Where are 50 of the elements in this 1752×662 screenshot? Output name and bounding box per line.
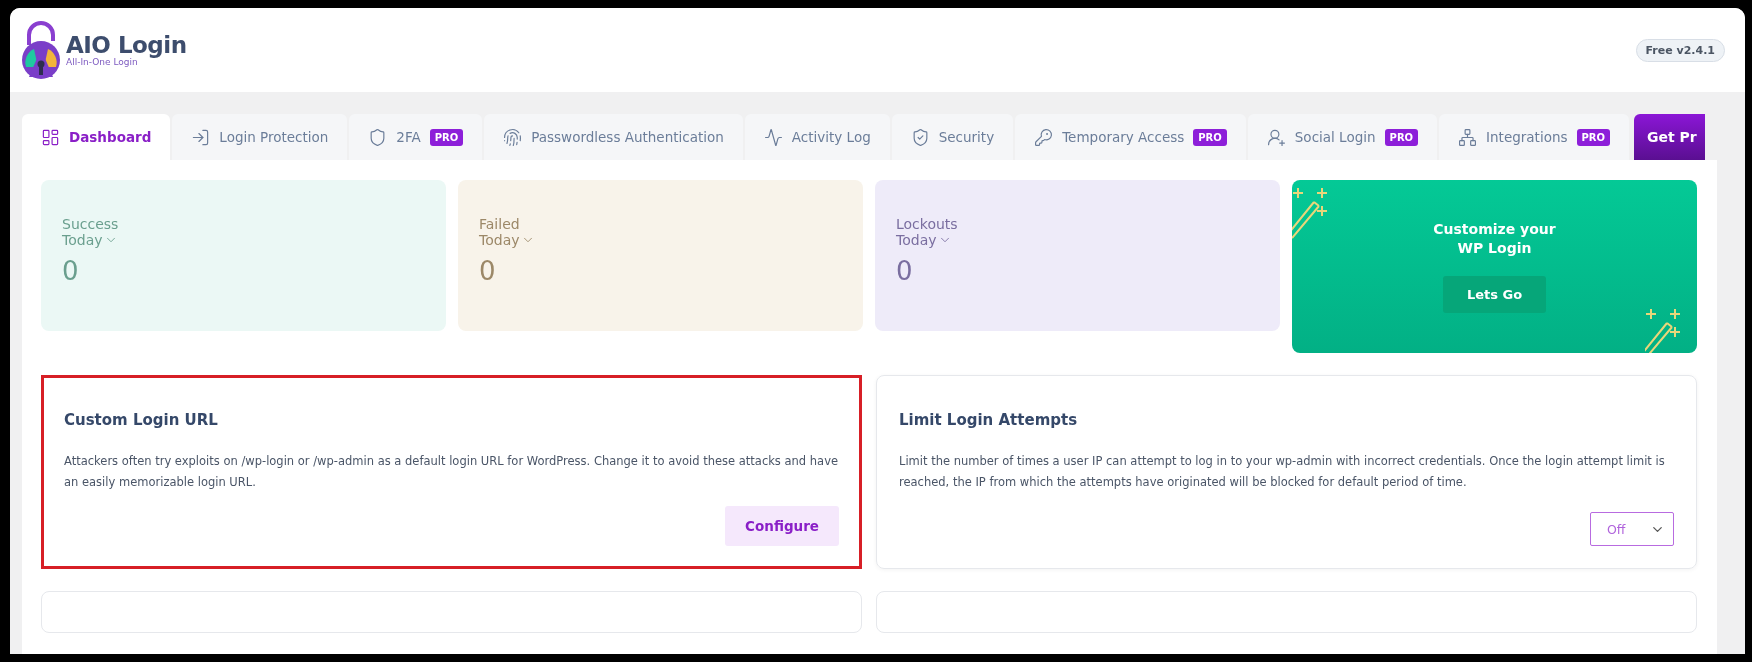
brand-tagline: All-In-One Login [66,57,138,67]
tab-label: Activity Log [791,129,871,145]
pro-badge: PRO [1384,128,1419,146]
nav-tab[interactable]: Login Protection [172,114,348,160]
feature-title: Custom Login URL [64,411,219,429]
tab-icon [191,127,211,147]
stat-value: 0 [896,256,914,286]
nav-tab[interactable]: 2FA PRO [349,114,483,160]
version-badge: Free v2.4.1 [1635,38,1725,62]
promo-title: Customize your WP Login [1433,220,1556,258]
stat-label: Failed [479,216,521,232]
tab-label: Passwordless Authentication [531,129,724,145]
tab-label: Integrations [1486,129,1568,145]
status-select[interactable]: Off [1590,512,1674,546]
tab-icon [41,127,60,147]
period-dropdown[interactable]: Today [896,232,1259,248]
stat-value: 0 [62,256,80,286]
tab-icon [1034,127,1054,147]
stat-value: 0 [479,256,497,286]
nav-tab[interactable]: Activity Log [744,114,890,160]
get-pro-button[interactable]: Get Pr [1634,114,1705,160]
pro-badge: PRO [1576,128,1611,146]
tab-icon [763,127,783,147]
tab-label: Login Protection [219,129,329,145]
feature-description: Limit the number of times a user IP can attempt to log in to your wp-admin with incorrect credentials. Once the login attempt limit is reached, the IP from which the attempts have originated will be blocked for default period of time. [899,453,1666,491]
nav-tab[interactable]: Dashboard [22,114,171,160]
pro-badge: PRO [1193,128,1227,146]
stat-label: Lockouts [896,216,959,232]
lets-go-button[interactable]: Lets Go [1442,275,1547,313]
nav-tab[interactable]: Security [891,114,1014,160]
configure-button[interactable]: Configure [725,506,839,546]
brand-name: AIO Login [66,33,187,57]
tab-label: Dashboard [69,129,152,145]
feature-title: Limit Login Attempts [899,411,1079,429]
tab-label: Security [938,129,995,145]
nav-tab[interactable]: Integrations PRO [1439,114,1630,160]
period-dropdown[interactable]: Today [479,232,842,248]
tab-label: Temporary Access [1062,129,1185,145]
pro-badge: PRO [429,128,464,146]
stat-label: Success [62,216,120,232]
nav-tab[interactable]: Temporary Access PRO [1015,114,1246,160]
feature-description: Attackers often try exploits on /wp-login or /wp-admin as a default login URL for WordPress. Change it to avoid these attacks and have an easily memorizable login URL. [64,453,839,491]
tab-label: 2FA [396,129,421,145]
nav-tab[interactable]: Social Login PRO [1247,114,1438,160]
period-dropdown[interactable]: Today [62,232,425,248]
tab-icon [1266,127,1286,147]
tab-icon [503,127,523,147]
tab-icon [1458,127,1478,147]
tab-label: Social Login [1294,129,1376,145]
nav-tab[interactable]: Passwordless Authentication [484,114,743,160]
